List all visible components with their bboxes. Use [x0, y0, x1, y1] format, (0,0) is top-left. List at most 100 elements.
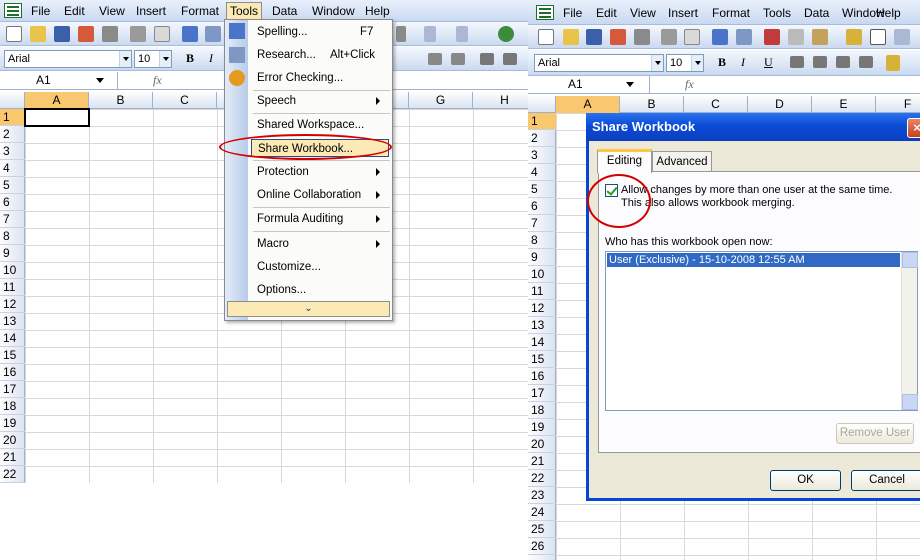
row-header[interactable]: 6	[0, 194, 25, 211]
print-preview-icon[interactable]	[154, 26, 170, 42]
menu-item-options[interactable]: Options...	[257, 281, 387, 299]
font-size-combo[interactable]: 10	[666, 54, 704, 72]
column-header[interactable]: A	[25, 92, 89, 109]
menu-help[interactable]: Help	[873, 5, 904, 21]
print-icon[interactable]	[130, 26, 146, 42]
column-header[interactable]: B	[89, 92, 153, 109]
menu-view[interactable]: View	[96, 3, 128, 19]
new-icon[interactable]	[6, 26, 22, 42]
menu-tools[interactable]: Tools	[760, 5, 794, 21]
menu-format[interactable]: Format	[178, 3, 222, 19]
bold-button[interactable]: B	[186, 51, 194, 66]
row-header[interactable]: 9	[0, 245, 25, 262]
row-header[interactable]: 10	[0, 262, 25, 279]
row-header[interactable]: 15	[0, 347, 25, 364]
column-header[interactable]: B	[620, 96, 684, 113]
row-header[interactable]: 8	[0, 228, 25, 245]
row-header[interactable]: 14	[0, 330, 25, 347]
insert-function-icon[interactable]: fx	[685, 77, 694, 92]
tab-advanced[interactable]: Advanced	[652, 151, 712, 172]
menu-item-online-collaboration[interactable]: Online Collaboration	[257, 186, 387, 204]
column-header[interactable]: E	[812, 96, 876, 113]
row-header[interactable]: 22	[528, 470, 556, 487]
row-header[interactable]: 22	[0, 466, 25, 483]
merge-center-icon[interactable]	[859, 56, 873, 68]
redo-icon[interactable]	[456, 26, 468, 42]
row-header[interactable]: 6	[528, 198, 556, 215]
ok-button[interactable]: OK	[770, 470, 841, 491]
row-header[interactable]: 16	[0, 364, 25, 381]
dialog-titlebar[interactable]: Share Workbook	[586, 113, 920, 141]
permission-icon[interactable]	[610, 29, 626, 45]
row-header[interactable]: 26	[528, 538, 556, 555]
row-header[interactable]: 1	[528, 113, 556, 130]
menu-item-customize[interactable]: Customize...	[257, 258, 387, 276]
active-cell[interactable]	[24, 108, 90, 127]
row-header[interactable]: 21	[528, 453, 556, 470]
chevron-down-icon[interactable]	[96, 78, 104, 83]
align-right-icon[interactable]	[836, 56, 850, 68]
menu-insert[interactable]: Insert	[133, 3, 169, 19]
save-icon[interactable]	[586, 29, 602, 45]
research-icon[interactable]	[205, 26, 221, 42]
currency-icon[interactable]	[886, 55, 900, 71]
row-header[interactable]: 20	[528, 436, 556, 453]
list-item[interactable]: User (Exclusive) - 15-10-2008 12:55 AM	[607, 253, 900, 267]
allow-changes-label[interactable]: Allow changes by more than one user at t…	[621, 184, 892, 196]
align-center-icon[interactable]	[813, 56, 827, 68]
menu-help[interactable]: Help	[362, 3, 393, 19]
row-header[interactable]: 7	[528, 215, 556, 232]
row-header[interactable]: 19	[528, 419, 556, 436]
menu-item-spelling[interactable]: Spelling... F7	[257, 23, 387, 41]
print-preview-icon[interactable]	[684, 29, 700, 45]
menu-item-error-checking[interactable]: Error Checking...	[257, 69, 387, 87]
italic-button[interactable]: I	[741, 55, 745, 70]
menu-file[interactable]: File	[560, 5, 585, 21]
excel-app-icon[interactable]	[4, 3, 22, 18]
row-header[interactable]: 21	[0, 449, 25, 466]
column-header[interactable]: C	[153, 92, 217, 109]
decrease-indent-icon[interactable]	[480, 53, 494, 65]
select-all-corner[interactable]	[0, 92, 25, 109]
increase-indent-icon[interactable]	[503, 53, 517, 65]
row-header[interactable]: 12	[528, 300, 556, 317]
row-header[interactable]: 23	[528, 487, 556, 504]
close-icon[interactable]: ×	[907, 118, 920, 138]
row-header[interactable]: 11	[528, 283, 556, 300]
scroll-down-icon[interactable]	[902, 394, 918, 410]
list-scrollbar[interactable]	[901, 252, 918, 410]
paste-icon[interactable]	[812, 29, 828, 45]
email-icon[interactable]	[102, 26, 118, 42]
tab-editing[interactable]: Editing	[597, 149, 652, 173]
align-left-icon[interactable]	[790, 56, 804, 68]
italic-button[interactable]: I	[209, 51, 213, 66]
menu-view[interactable]: View	[627, 5, 659, 21]
column-header[interactable]: A	[556, 96, 620, 113]
row-header[interactable]: 14	[528, 334, 556, 351]
row-header[interactable]: 18	[528, 402, 556, 419]
excel-app-icon[interactable]	[536, 5, 554, 20]
row-header[interactable]: 5	[0, 177, 25, 194]
bold-button[interactable]: B	[718, 55, 726, 70]
row-header[interactable]: 8	[528, 232, 556, 249]
menu-item-speech[interactable]: Speech	[257, 92, 387, 110]
row-header[interactable]: 16	[528, 368, 556, 385]
row-header[interactable]: 12	[0, 296, 25, 313]
row-header[interactable]: 1	[0, 109, 25, 126]
row-header[interactable]: 7	[0, 211, 25, 228]
permission-icon[interactable]	[78, 26, 94, 42]
row-header[interactable]: 19	[0, 415, 25, 432]
menu-item-macro[interactable]: Macro	[257, 235, 387, 253]
spelling-icon[interactable]	[712, 29, 728, 45]
select-all-corner[interactable]	[528, 96, 556, 113]
menu-file[interactable]: File	[28, 3, 53, 19]
menu-edit[interactable]: Edit	[61, 3, 88, 19]
menu-item-formula-auditing[interactable]: Formula Auditing	[257, 210, 387, 228]
hyperlink-icon[interactable]	[498, 26, 514, 42]
undo-icon[interactable]	[424, 26, 436, 42]
row-header[interactable]: 10	[528, 266, 556, 283]
column-header[interactable]: C	[684, 96, 748, 113]
row-header[interactable]: 11	[0, 279, 25, 296]
row-header[interactable]: 18	[0, 398, 25, 415]
menu-insert[interactable]: Insert	[665, 5, 701, 21]
